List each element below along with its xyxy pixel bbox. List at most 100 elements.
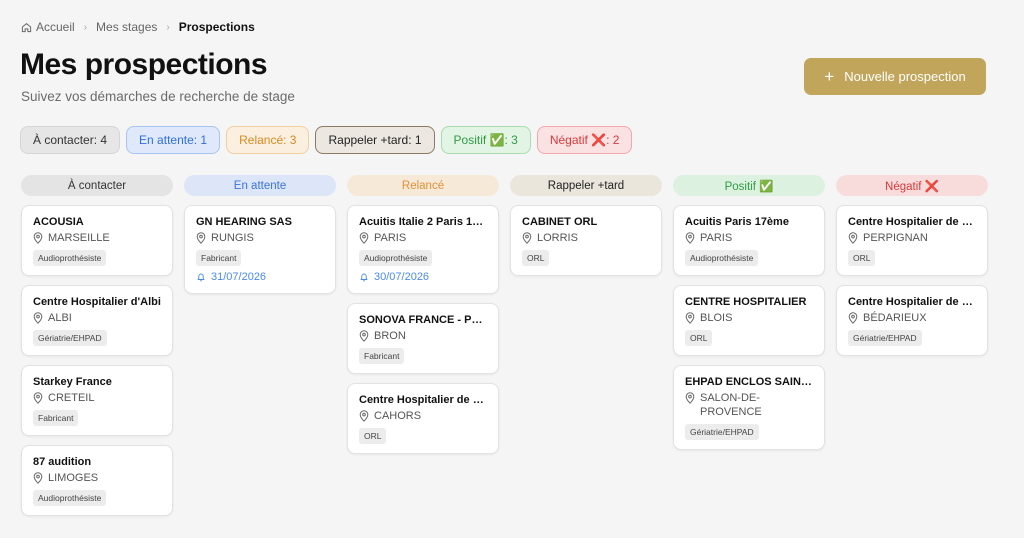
column-header: À contacter [21, 175, 173, 196]
prospection-card[interactable]: 87 audition LIMOGES Audioprothésiste [21, 445, 173, 516]
card-location: ALBI [33, 311, 161, 325]
reminder-date: 30/07/2026 [374, 271, 430, 283]
card-location: LORRIS [522, 231, 650, 245]
card-reminder: 31/07/2026 [196, 270, 324, 284]
map-pin-icon [848, 312, 858, 324]
status-chip[interactable]: Relancé: 3 [226, 126, 310, 154]
card-category-tag: Audioprothésiste [359, 250, 433, 266]
plus-icon: + [824, 67, 835, 86]
card-location: CAHORS [359, 409, 487, 423]
card-category-tag: Fabricant [33, 410, 79, 426]
home-icon[interactable] [21, 22, 32, 33]
card-category-tag: Gériatrie/EHPAD [33, 330, 107, 346]
card-company-name: GN HEARING SAS [196, 216, 292, 228]
card-location: PARIS [685, 231, 813, 245]
kanban-column: Négatif ❌ Centre Hospitalier de Perpignan… [836, 175, 988, 525]
card-category-tag: Audioprothésiste [33, 490, 107, 506]
breadcrumb-stages-link[interactable]: Mes stages [96, 20, 157, 34]
prospection-card[interactable]: Centre Hospitalier de Cahors CAHORS ORL [347, 383, 499, 454]
column-header: En attente [184, 175, 336, 196]
card-city: RUNGIS [211, 232, 254, 244]
prospection-card[interactable]: CABINET ORL LORRIS ORL [510, 205, 662, 276]
kanban-column: Relancé Acuitis Italie 2 Paris 13ème PARIS… [347, 175, 499, 525]
map-pin-icon [33, 392, 43, 404]
kanban-column: Positif ✅ Acuitis Paris 17ème PARIS Audiopr… [673, 175, 825, 525]
card-city: LORRIS [537, 232, 578, 244]
map-pin-icon [848, 232, 858, 244]
card-city: PARIS [374, 232, 407, 244]
column-header: Relancé [347, 175, 499, 196]
prospection-card[interactable]: EHPAD ENCLOS SAINT-JEAN SALON-DE-PROVENCE… [673, 365, 825, 450]
map-pin-icon [359, 410, 369, 422]
card-company-name: Centre Hospitalier d'Albi [33, 296, 161, 308]
breadcrumb-chevron-icon: › [83, 21, 88, 33]
prospection-card[interactable]: Centre Hospitalier d'Albi ALBI Gériatrie/E… [21, 285, 173, 356]
card-category-tag: Gériatrie/EHPAD [848, 330, 922, 346]
prospection-card[interactable]: ACOUSIA MARSEILLE Audioprothésiste [21, 205, 173, 276]
kanban-column: À contacter ACOUSIA MARSEILLE Audioprothési… [21, 175, 173, 525]
card-category-tag: ORL [848, 250, 876, 266]
prospection-card[interactable]: Acuitis Paris 17ème PARIS Audioprothésiste [673, 205, 825, 276]
map-pin-icon [33, 472, 43, 484]
card-company-name: ACOUSIA [33, 216, 84, 228]
map-pin-icon [522, 232, 532, 244]
breadcrumb: Accueil › Mes stages › Prospections [21, 20, 255, 34]
card-city: PARIS [700, 232, 733, 244]
map-pin-icon [359, 232, 369, 244]
card-city: MARSEILLE [48, 232, 110, 244]
page-title: Mes prospections [20, 48, 268, 81]
prospection-card[interactable]: SONOVA FRANCE - PHONAK BRON Fabricant [347, 303, 499, 374]
card-company-name: CABINET ORL [522, 216, 598, 228]
status-chip[interactable]: En attente: 1 [126, 126, 221, 154]
breadcrumb-chevron-icon: › [166, 21, 170, 33]
prospection-card[interactable]: GN HEARING SAS RUNGIS Fabricant 31/07/2026 [184, 205, 336, 294]
card-location: BLOIS [685, 311, 813, 325]
card-location: PARIS [359, 231, 487, 245]
card-city: PERPIGNAN [863, 232, 928, 244]
card-company-name: Acuitis Italie 2 Paris 13ème [359, 216, 487, 228]
prospection-card[interactable]: Centre Hospitalier de Perpignan PERPIGNAN… [836, 205, 988, 276]
status-chip[interactable]: À contacter: 4 [20, 126, 121, 154]
card-category-tag: Fabricant [196, 250, 242, 266]
card-location: PERPIGNAN [848, 231, 976, 245]
breadcrumb-current: Prospections [178, 20, 255, 34]
card-company-name: SONOVA FRANCE - PHONAK [359, 314, 487, 326]
map-pin-icon [33, 232, 43, 244]
kanban-column: Rappeler +tard CABINET ORL LORRIS ORL [510, 175, 662, 525]
bell-icon [196, 272, 206, 282]
card-location: SALON-DE-PROVENCE [685, 391, 813, 419]
card-city: ALBI [48, 312, 72, 324]
column-header: Négatif ❌ [836, 175, 988, 196]
card-location: CRETEIL [33, 391, 161, 405]
status-filter-chips: À contacter: 4 En attente: 1 Relancé: 3 Rap… [20, 126, 633, 154]
prospection-card[interactable]: CENTRE HOSPITALIER BLOIS ORL [673, 285, 825, 356]
card-company-name: Centre Hospitalier de Cahors [359, 394, 487, 406]
prospection-card[interactable]: Centre Hospitalier de Bédarieux BÉDARIEUX… [836, 285, 988, 356]
card-location: LIMOGES [33, 471, 161, 485]
card-category-tag: ORL [685, 330, 713, 346]
prospection-card[interactable]: Acuitis Italie 2 Paris 13ème PARIS Audiopr… [347, 205, 499, 294]
map-pin-icon [359, 330, 369, 342]
map-pin-icon [685, 232, 695, 244]
status-chip[interactable]: Positif ✅: 3 [440, 126, 531, 154]
card-city: CAHORS [374, 410, 422, 422]
status-chip[interactable]: Négatif ❌: 2 [536, 126, 633, 154]
new-prospection-button[interactable]: + Nouvelle prospection [804, 58, 986, 95]
breadcrumb-home-link[interactable]: Accueil [36, 20, 75, 34]
card-category-tag: ORL [522, 250, 550, 266]
prospection-card[interactable]: Starkey France CRETEIL Fabricant [21, 365, 173, 436]
card-location: BÉDARIEUX [848, 311, 976, 325]
new-prospection-label: Nouvelle prospection [844, 69, 966, 84]
map-pin-icon [685, 392, 695, 404]
card-location: MARSEILLE [33, 231, 161, 245]
status-chip[interactable]: Rappeler +tard: 1 [315, 126, 435, 154]
card-category-tag: Fabricant [359, 348, 405, 364]
page-subtitle: Suivez vos démarches de recherche de sta… [21, 89, 295, 104]
card-category-tag: Audioprothésiste [685, 250, 759, 266]
card-location: BRON [359, 329, 487, 343]
card-company-name: EHPAD ENCLOS SAINT-JEAN [685, 376, 813, 388]
card-city: BLOIS [700, 312, 733, 324]
map-pin-icon [685, 312, 695, 324]
card-location: RUNGIS [196, 231, 324, 245]
card-category-tag: Audioprothésiste [33, 250, 107, 266]
